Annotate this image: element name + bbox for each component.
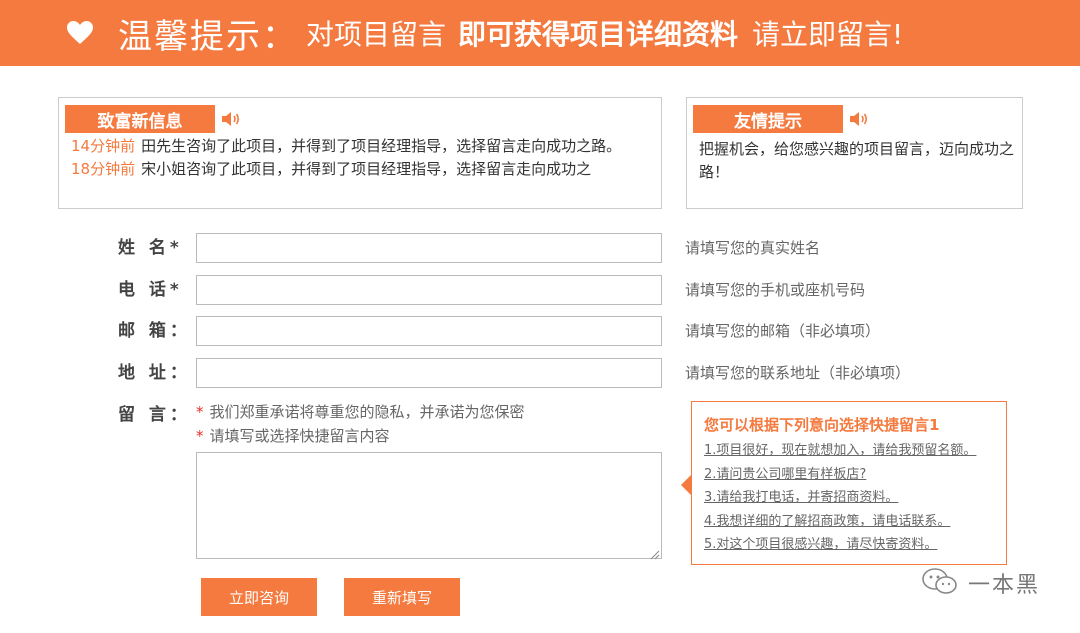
quick-message-title: 您可以根据下列意向选择快捷留言1 xyxy=(704,416,940,434)
message-textarea[interactable] xyxy=(196,452,662,559)
name-input[interactable] xyxy=(196,233,662,263)
tip-tag: 友情提示 xyxy=(693,105,843,133)
banner-title-part3: 请立即留言! xyxy=(752,18,904,51)
phone-input[interactable] xyxy=(196,275,662,305)
speaker-icon xyxy=(219,107,243,131)
news-time: 18分钟前 xyxy=(71,160,136,178)
news-list: 14分钟前 田先生咨询了此项目，并得到了项目经理指导，选择留言走向成功之路。 18… xyxy=(71,135,646,181)
address-label: 地 址： xyxy=(118,363,191,383)
required-star: * xyxy=(196,403,204,421)
news-text: 宋小姐咨询了此项目，并得到了项目经理指导，选择留言走向成功之 xyxy=(141,160,592,178)
required-star: * xyxy=(196,427,204,445)
banner-title-part1: 对项目留言 xyxy=(306,18,447,51)
news-time: 14分钟前 xyxy=(71,137,136,155)
name-label: 姓 名* xyxy=(118,238,183,258)
news-tag: 致富新信息 xyxy=(65,105,215,133)
reset-button[interactable]: 重新填写 xyxy=(344,578,460,616)
quick-message-option[interactable]: 5.对这个项目很感兴趣，请尽快寄资料。 xyxy=(704,533,994,557)
quick-message-option[interactable]: 3.请给我打电话，并寄招商资料。 xyxy=(704,486,994,510)
tip-box: 友情提示 把握机会，给您感兴趣的项目留言，迈向成功之路！ xyxy=(686,97,1023,209)
quick-message-option[interactable]: 2.请问贵公司哪里有样板店? xyxy=(704,463,994,487)
heart-icon xyxy=(66,21,94,45)
news-text: 田先生咨询了此项目，并得到了项目经理指导，选择留言走向成功之路。 xyxy=(141,137,622,155)
banner-title-part2: 即可获得项目详细资料 xyxy=(458,18,739,51)
wechat-icon xyxy=(920,566,960,600)
phone-hint: 请填写您的手机或座机号码 xyxy=(685,281,866,299)
message-notes: * 我们郑重承诺将尊重您的隐私，并承诺为您保密 * 请填写或选择快捷留言内容 xyxy=(196,400,525,448)
speaker-icon xyxy=(847,107,871,131)
watermark: 一本黑 xyxy=(920,566,1040,600)
message-label: 留 言： xyxy=(118,405,191,425)
banner-title-prefix: 温馨提示： xyxy=(118,16,298,57)
quick-message-option[interactable]: 1.项目很好，现在就想加入，请给我预留名额。 xyxy=(704,439,994,463)
news-item: 18分钟前 宋小姐咨询了此项目，并得到了项目经理指导，选择留言走向成功之 xyxy=(71,158,646,181)
quick-panel-arrow xyxy=(681,475,691,495)
name-hint: 请填写您的真实姓名 xyxy=(685,239,821,257)
note-text: 请填写或选择快捷留言内容 xyxy=(209,427,390,445)
tip-text: 把握机会，给您感兴趣的项目留言，迈向成功之路！ xyxy=(699,140,1015,181)
address-input[interactable] xyxy=(196,358,662,388)
news-item: 14分钟前 田先生咨询了此项目，并得到了项目经理指导，选择留言走向成功之路。 xyxy=(71,135,646,158)
phone-label: 电 话* xyxy=(118,280,183,300)
form-row-name: 姓 名* 请填写您的真实姓名 xyxy=(0,233,1080,263)
header-banner: 温馨提示： 对项目留言 即可获得项目详细资料 请立即留言! xyxy=(0,0,1080,66)
email-hint: 请填写您的邮箱（非必填项） xyxy=(685,322,881,340)
email-label: 邮 箱： xyxy=(118,321,191,341)
news-box: 致富新信息 14分钟前 田先生咨询了此项目，并得到了项目经理指导，选择留言走向成功… xyxy=(58,97,662,209)
email-input[interactable] xyxy=(196,316,662,346)
note-text: 我们郑重承诺将尊重您的隐私，并承诺为您保密 xyxy=(209,403,525,421)
privacy-note: * 我们郑重承诺将尊重您的隐私，并承诺为您保密 xyxy=(196,400,525,424)
resize-grip-icon[interactable] xyxy=(648,545,660,560)
watermark-text: 一本黑 xyxy=(968,573,1041,598)
quick-message-option[interactable]: 4.我想详细的了解招商政策，请电话联系。 xyxy=(704,510,994,534)
form-row-email: 邮 箱： 请填写您的邮箱（非必填项） xyxy=(0,316,1080,346)
fill-note: * 请填写或选择快捷留言内容 xyxy=(196,424,525,448)
form-row-address: 地 址： 请填写您的联系地址（非必填项） xyxy=(0,358,1080,388)
address-hint: 请填写您的联系地址（非必填项） xyxy=(685,364,911,382)
submit-button[interactable]: 立即咨询 xyxy=(201,578,317,616)
form-row-phone: 电 话* 请填写您的手机或座机号码 xyxy=(0,275,1080,305)
quick-message-panel: 您可以根据下列意向选择快捷留言1 1.项目很好，现在就想加入，请给我预留名额。 … xyxy=(691,401,1007,565)
